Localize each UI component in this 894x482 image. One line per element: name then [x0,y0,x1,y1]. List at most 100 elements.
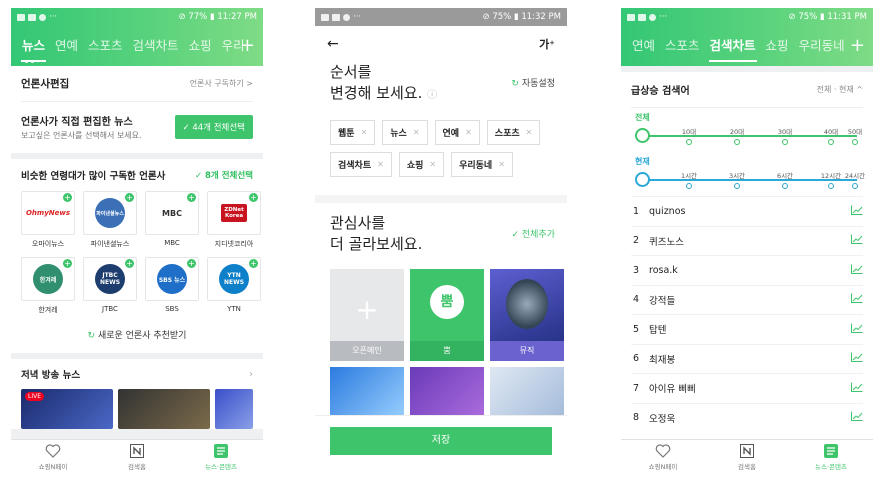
plus-icon: + [355,293,379,326]
nav-search-home[interactable]: 검색홈 [102,443,172,471]
list-item[interactable]: 3 rosa.k [631,255,863,285]
trend-chart-icon[interactable] [851,352,863,365]
news-thumbnail[interactable] [214,389,253,429]
add-tab-icon[interactable]: + [850,26,865,66]
time-stop[interactable]: 24시간 [840,170,870,189]
close-icon[interactable]: ✕ [465,128,472,137]
age-stop[interactable]: 10대 [674,126,704,145]
publisher-item[interactable]: + MBC MBC [145,191,199,253]
chip-shopping[interactable]: 쇼핑 ✕ [398,152,445,177]
tile-label: 뮤직 [490,341,564,361]
tile-bbom[interactable]: 뿜 뿜 [410,269,484,361]
live-badge: LIVE [25,392,45,401]
time-stop[interactable]: 3시간 [722,170,752,189]
chevron-right-icon[interactable]: › [249,369,253,380]
sbs-logo: SBS 뉴스 [157,264,187,294]
add-icon[interactable]: + [125,259,134,268]
tab-shopping[interactable]: 쇼핑 [184,26,217,66]
add-icon[interactable]: + [63,259,72,268]
nav-shopping-pay[interactable]: 쇼핑N페이 [628,443,698,471]
notification-icons: ··· [627,12,667,22]
time-filter-knob[interactable] [635,172,650,187]
tab-search-chart[interactable]: 검색차트 [705,26,761,66]
age-stop[interactable]: 30대 [770,126,800,145]
close-icon[interactable]: ✕ [526,128,533,137]
nav-news-contents[interactable]: 뉴스·콘텐츠 [796,443,866,471]
tab-neighborhood[interactable]: 우리동네 [794,26,850,66]
close-icon[interactable]: ✕ [498,160,505,169]
add-icon[interactable]: + [249,193,258,202]
chip-search-chart[interactable]: 검색차트 ✕ [330,152,392,177]
tab-sports[interactable]: 스포츠 [83,26,128,66]
add-icon[interactable]: + [125,193,134,202]
ohmynews-logo: OhmyNews [26,198,70,228]
list-item[interactable]: 6 최재봉 [631,343,863,374]
list-item[interactable]: 5 탑텐 [631,314,863,344]
tab-entertainment[interactable]: 연예 [627,26,660,66]
time-stop[interactable]: 6시간 [770,170,800,189]
list-item[interactable]: 1 quiznos [631,196,863,226]
time-stop[interactable]: 1시간 [674,170,704,189]
news-thumbnail[interactable]: LIVE [21,389,113,429]
tab-sports[interactable]: 스포츠 [660,26,705,66]
subscribe-link[interactable]: 언론사 구독하기 > [190,78,253,89]
nav-shopping-pay[interactable]: 쇼핑N페이 [18,443,88,471]
save-button[interactable]: 저장 [330,427,552,455]
nav-news-contents[interactable]: 뉴스·콘텐츠 [186,443,256,471]
nav-search-home[interactable]: 검색홈 [712,443,782,471]
chip-sports[interactable]: 스포츠 ✕ [486,120,541,145]
add-icon[interactable]: + [187,193,196,202]
list-item[interactable]: 8 오정욱 [631,402,863,433]
add-icon[interactable]: + [63,193,72,202]
publisher-item[interactable]: + JTBC NEWS JTBC [83,257,137,319]
chip-webtoon[interactable]: 웹툰 ✕ [330,120,376,145]
publisher-item[interactable]: + SBS 뉴스 SBS [145,257,199,319]
refresh-icon: ↻ [511,79,519,89]
add-tab-icon[interactable]: + [240,26,255,66]
add-all-button[interactable]: ✓ 전체추가 [511,225,555,246]
refresh-recommend[interactable]: ↻ 새로운 언론사 추천받기 [21,319,253,353]
publisher-item[interactable]: + 파이낸셜뉴스 파이낸셜뉴스 [83,191,137,253]
font-size-button[interactable]: 가⁺ [539,36,555,52]
age-filter-knob[interactable] [635,128,650,143]
trend-chart-icon[interactable] [851,382,863,395]
chip-neighborhood[interactable]: 우리동네 ✕ [451,152,513,177]
chip-entertainment[interactable]: 연예 ✕ [434,120,480,145]
publisher-item[interactable]: + OhmyNews 오마이뉴스 [21,191,75,253]
add-icon[interactable]: + [249,259,258,268]
list-item[interactable]: 2 퀴즈노스 [631,225,863,256]
chip-news[interactable]: 뉴스 ✕ [382,120,428,145]
tab-search-chart[interactable]: 검색차트 [128,26,184,66]
tile-open-main[interactable]: + 오픈메인 [330,269,404,361]
close-icon[interactable]: ✕ [377,160,384,169]
tile-music[interactable]: 뮤직 [490,269,564,361]
trend-chart-icon[interactable] [851,323,863,336]
trend-chart-icon[interactable] [851,205,863,218]
trend-chart-icon[interactable] [851,264,863,277]
age-stop[interactable]: 50대 [840,126,870,145]
list-item[interactable]: 7 아이유 삐삐 [631,373,863,403]
time-filter[interactable]: 현재 1시간 3시간 6시간 12시간 24시간 [631,152,865,196]
news-thumbnail[interactable] [117,389,210,429]
publisher-item[interactable]: + 한겨레 한겨레 [21,257,75,319]
age-stop[interactable]: 20대 [722,126,752,145]
recommend-select-all[interactable]: ✓ 8개 전체선택 [195,169,253,181]
tab-entertainment[interactable]: 연예 [50,26,83,66]
info-icon[interactable]: ⓘ [427,90,437,101]
trend-chart-icon[interactable] [851,293,863,306]
add-icon[interactable]: + [187,259,196,268]
close-icon[interactable]: ✕ [361,128,368,137]
trend-chart-icon[interactable] [851,411,863,424]
age-filter[interactable]: 전체 10대 20대 30대 40대 50대 [631,108,863,152]
publisher-item[interactable]: + YTN NEWS YTN [207,257,261,319]
scope-dropdown[interactable]: 전체 · 현재 ^ [817,84,863,95]
auto-setting-button[interactable]: ↻ 자동설정 [511,74,555,95]
list-item[interactable]: 4 강적들 [631,284,863,315]
select-all-button[interactable]: ✓ 44개 전체선택 [174,115,253,139]
tab-shopping[interactable]: 쇼핑 [761,26,794,66]
trend-chart-icon[interactable] [851,234,863,247]
publisher-item[interactable]: + ZDNet Korea 지디넷코리아 [207,191,261,253]
close-icon[interactable]: ✕ [429,160,436,169]
close-icon[interactable]: ✕ [413,128,420,137]
back-arrow-icon[interactable]: ← [327,36,339,52]
